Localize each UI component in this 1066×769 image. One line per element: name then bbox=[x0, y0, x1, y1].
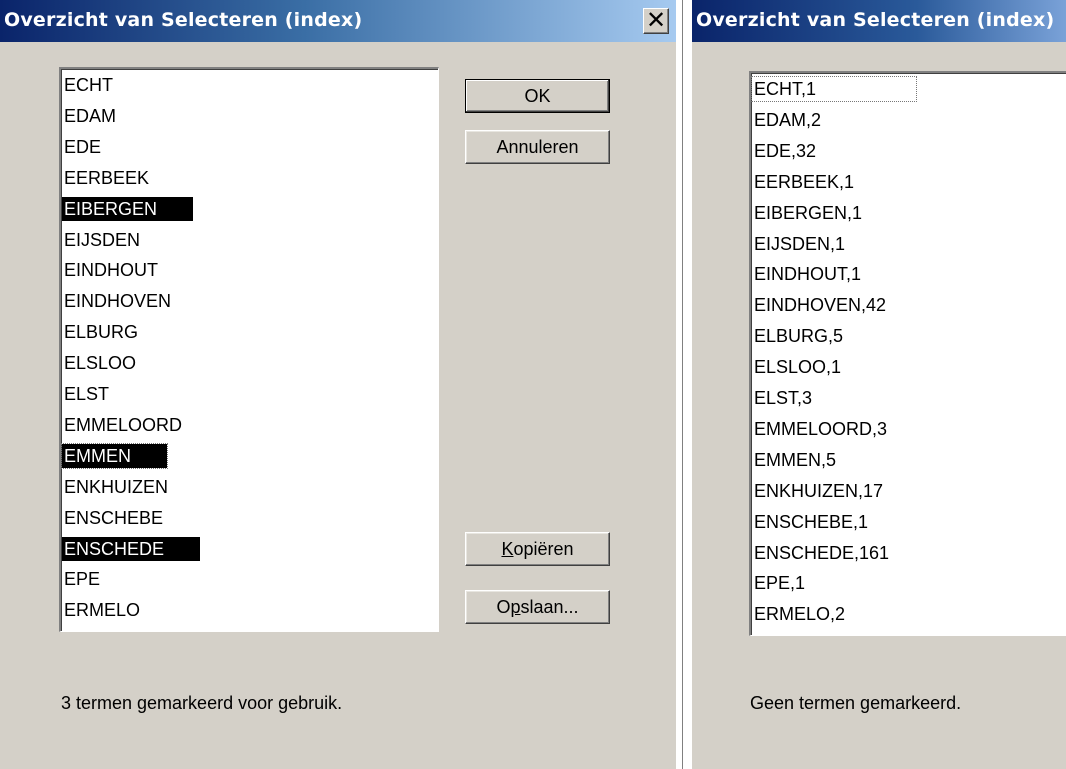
list-item[interactable]: ELST,3 bbox=[752, 386, 814, 410]
list-item[interactable]: EMMELOORD,3 bbox=[752, 417, 889, 441]
list-item[interactable]: EINDHOVEN bbox=[62, 289, 173, 313]
list-item[interactable]: EINDHOVEN,42 bbox=[752, 293, 888, 317]
list-item[interactable]: ENSCHEDE bbox=[62, 536, 201, 561]
status-text: 3 termen gemarkeerd voor gebruik. bbox=[61, 693, 343, 713]
list-item[interactable]: EDAM,2 bbox=[752, 108, 823, 132]
copy-button-mnemonic: K bbox=[501, 539, 514, 559]
list-item[interactable]: EIJSDEN,1 bbox=[752, 232, 847, 256]
list-item[interactable]: ERMELO,2 bbox=[752, 602, 847, 626]
list-item[interactable]: EINDHOUT,1 bbox=[752, 262, 863, 286]
list-item[interactable]: ELBURG bbox=[62, 320, 140, 344]
list-item[interactable]: EIJSDEN bbox=[62, 228, 142, 252]
term-list[interactable]: ECHT EDAM EDE EERBEEK EIBERGEN EIJSDEN EINDHOU… bbox=[59, 67, 439, 632]
save-button-label-end: slaan... bbox=[520, 597, 579, 617]
list-item[interactable]: ELSLOO bbox=[62, 351, 138, 375]
list-item[interactable]: EIBERGEN,1 bbox=[752, 201, 864, 225]
list-item[interactable]: ELST bbox=[62, 382, 111, 406]
save-button[interactable]: Opslaan... bbox=[465, 590, 610, 624]
list-item[interactable]: EPE bbox=[62, 567, 102, 591]
list-item[interactable]: EERBEEK bbox=[62, 166, 151, 190]
list-item[interactable]: EMMELOORD bbox=[62, 413, 184, 437]
list-item[interactable]: EDE,32 bbox=[752, 139, 818, 163]
list-item[interactable]: ELSLOO,1 bbox=[752, 355, 843, 379]
save-button-mnemonic: p bbox=[510, 597, 521, 617]
close-icon[interactable]: ✕ bbox=[643, 8, 669, 34]
save-button-label-start: O bbox=[496, 597, 511, 617]
list-item[interactable]: ENSCHEBE,1 bbox=[752, 510, 870, 534]
status-text: Geen termen gemarkeerd. bbox=[750, 693, 962, 713]
cancel-button[interactable]: Annuleren bbox=[465, 130, 610, 164]
list-item[interactable]: ENSCHEBE bbox=[62, 506, 165, 530]
list-item[interactable]: ENSCHEDE,161 bbox=[752, 541, 891, 565]
list-item[interactable]: ECHT bbox=[62, 73, 115, 97]
dialog-title: Overzicht van Selecteren (index) bbox=[4, 9, 363, 31]
index-overview-dialog-left: Overzicht van Selecteren (index) ✕ ECHT E… bbox=[0, 0, 676, 769]
list-item[interactable]: EDE bbox=[62, 135, 103, 159]
list-item[interactable]: ENKHUIZEN,17 bbox=[752, 479, 885, 503]
index-overview-dialog-right: Overzicht van Selecteren (index) ECHT,1 E… bbox=[692, 0, 1066, 769]
copy-button[interactable]: Kopiëren bbox=[465, 532, 610, 566]
copy-button-label: opiëren bbox=[513, 539, 574, 559]
list-item[interactable]: EPE,1 bbox=[752, 571, 807, 595]
list-item[interactable]: EMMEN,5 bbox=[752, 448, 838, 472]
title-bar[interactable]: Overzicht van Selecteren (index) bbox=[692, 0, 1066, 42]
ok-button[interactable]: OK bbox=[465, 79, 610, 113]
dialog-title: Overzicht van Selecteren (index) bbox=[696, 9, 1055, 31]
list-item[interactable]: ELBURG,5 bbox=[752, 324, 845, 348]
list-item[interactable]: EINDHOUT bbox=[62, 258, 160, 282]
list-item[interactable]: EERBEEK,1 bbox=[752, 170, 856, 194]
title-bar[interactable]: Overzicht van Selecteren (index) ✕ bbox=[0, 0, 676, 42]
list-item[interactable]: ECHT,1 bbox=[751, 76, 917, 102]
divider bbox=[682, 0, 683, 769]
list-item[interactable]: ERMELO bbox=[62, 598, 142, 622]
list-item[interactable]: ENKHUIZEN bbox=[62, 475, 170, 499]
term-count-list[interactable]: ECHT,1 EDAM,2 EDE,32 EERBEEK,1 EIBERGEN,1 EIJ… bbox=[749, 71, 1066, 636]
list-item[interactable]: EDAM bbox=[62, 104, 118, 128]
list-item[interactable]: EIBERGEN bbox=[62, 196, 194, 221]
list-item[interactable]: EMMEN bbox=[61, 442, 168, 469]
